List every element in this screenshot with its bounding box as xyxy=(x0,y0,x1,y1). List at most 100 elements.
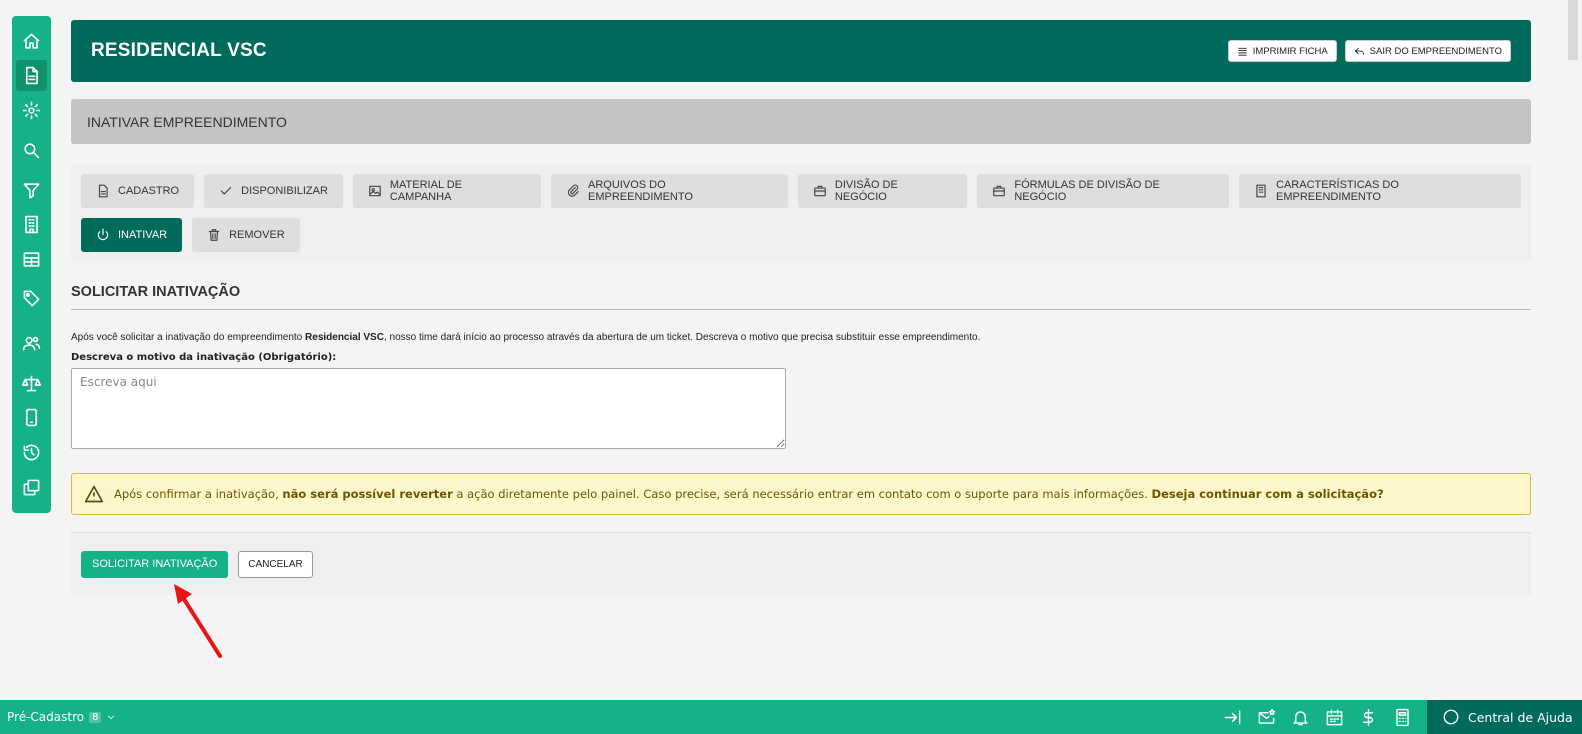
sidebar-item-history[interactable] xyxy=(16,437,47,468)
tab-disponibilizar[interactable]: DISPONIBILIZAR xyxy=(204,174,343,208)
tab-remover[interactable]: REMOVER xyxy=(192,218,300,252)
trash-icon xyxy=(208,229,220,241)
login-button[interactable] xyxy=(1222,707,1242,727)
tab-divisao-negocio[interactable]: DIVISÃO DE NEGÓCIO xyxy=(797,174,968,208)
calculator-button[interactable] xyxy=(1392,707,1412,727)
bottom-bar-icons xyxy=(1222,700,1412,734)
mail-star-button[interactable] xyxy=(1256,707,1276,727)
bottom-bar: Pré-Cadastro 8 Central de Ajuda xyxy=(0,700,1582,734)
tab-label: REMOVER xyxy=(229,229,285,241)
description-text-end: , nosso time dará início ao processo atr… xyxy=(383,332,981,343)
search-icon xyxy=(24,143,40,159)
tab-cadastro[interactable]: CADASTRO xyxy=(81,174,195,208)
sidebar-item-table[interactable] xyxy=(16,244,47,275)
copy-icon xyxy=(23,479,40,496)
warning-text-1: Após confirmar a inativação, xyxy=(114,487,283,501)
module-selector[interactable]: Pré-Cadastro 8 xyxy=(0,710,116,724)
scrollbar[interactable] xyxy=(1568,0,1578,60)
briefcase-icon xyxy=(993,185,1006,197)
warning-alert: Após confirmar a inativação, não será po… xyxy=(71,473,1531,515)
bell-icon xyxy=(1292,710,1308,725)
warning-text: Após confirmar a inativação, não será po… xyxy=(114,487,1384,501)
description-project-name: Residencial VSC xyxy=(305,332,384,343)
form-actions: SOLICITAR INATIVAÇÃO CANCELAR xyxy=(71,532,1531,595)
tabs-row-2: INATIVAR REMOVER xyxy=(81,218,1521,252)
filter-icon xyxy=(23,183,40,199)
warning-bold-2: Deseja continuar com a solicitação? xyxy=(1151,487,1384,501)
sidebar-item-tag[interactable] xyxy=(16,283,47,314)
form-subtitle: SOLICITAR INATIVAÇÃO xyxy=(71,284,1531,310)
help-center-button[interactable]: Central de Ajuda xyxy=(1427,700,1582,734)
tabs-panel: CADASTRO DISPONIBILIZAR MATERIAL DE CAMP… xyxy=(71,164,1531,261)
notifications-button[interactable] xyxy=(1290,707,1310,727)
main-content: RESIDENCIAL VSC IMPRIMIR FICHA SAIR DO E… xyxy=(71,20,1531,595)
tab-material-campanha[interactable]: MATERIAL DE CAMPANHA xyxy=(352,174,542,208)
sidebar-item-search[interactable] xyxy=(16,135,47,166)
sidebar-item-building[interactable] xyxy=(16,209,47,240)
sidebar-item-scale[interactable] xyxy=(16,368,47,399)
sidebar-item-home[interactable] xyxy=(16,26,47,57)
annotation-arrow xyxy=(174,584,222,658)
tab-label: INATIVAR xyxy=(118,229,168,241)
scale-icon xyxy=(22,375,41,392)
page-header: RESIDENCIAL VSC IMPRIMIR FICHA SAIR DO E… xyxy=(71,20,1531,82)
tabs-row-1: CADASTRO DISPONIBILIZAR MATERIAL DE CAMP… xyxy=(81,174,1521,208)
print-button-label: IMPRIMIR FICHA xyxy=(1252,45,1328,57)
tab-label: CADASTRO xyxy=(118,185,180,197)
tab-label: CARACTERÍSTICAS DO EMPREENDIMENTO xyxy=(1276,179,1399,203)
mail-star-icon xyxy=(1258,708,1275,724)
tab-caracteristicas[interactable]: CARACTERÍSTICAS DO EMPREENDIMENTO xyxy=(1239,174,1521,208)
chevron-down-icon xyxy=(108,715,115,720)
module-badge: 8 xyxy=(89,711,102,723)
sidebar xyxy=(12,16,51,513)
finance-button[interactable] xyxy=(1358,707,1378,727)
section-title: INATIVAR EMPREENDIMENTO xyxy=(71,99,1531,144)
tab-arquivos[interactable]: ARQUIVOS DO EMPREENDIMENTO xyxy=(551,174,788,208)
calendar-icon xyxy=(1326,709,1342,725)
sidebar-item-mobile[interactable] xyxy=(16,402,47,433)
sidebar-item-document[interactable] xyxy=(16,60,47,91)
exit-button-label: SAIR DO EMPREENDIMENTO xyxy=(1369,45,1502,57)
tab-label: ARQUIVOS DO EMPREENDIMENTO xyxy=(588,179,693,203)
chat-icon xyxy=(1443,709,1459,725)
sidebar-item-copy[interactable] xyxy=(16,472,47,503)
tab-label: DIVISÃO DE NEGÓCIO xyxy=(834,179,898,203)
help-center-label: Central de Ajuda xyxy=(1468,709,1573,725)
reason-textarea[interactable] xyxy=(71,368,786,449)
login-icon xyxy=(1224,709,1240,725)
tab-label: MATERIAL DE CAMPANHA xyxy=(389,179,462,203)
header-actions: IMPRIMIR FICHA SAIR DO EMPREENDIMENTO xyxy=(1227,40,1511,62)
request-inactivation-button[interactable]: SOLICITAR INATIVAÇÃO xyxy=(81,550,229,578)
image-icon xyxy=(369,185,381,197)
description-text: Após você solicitar a inativação do empr… xyxy=(71,332,306,343)
print-button[interactable]: IMPRIMIR FICHA xyxy=(1227,40,1337,62)
tab-formulas-divisao[interactable]: FÓRMULAS DE DIVISÃO DE NEGÓCIO xyxy=(977,174,1230,208)
form-description: Após você solicitar a inativação do empr… xyxy=(71,332,1531,343)
tab-inativar[interactable]: INATIVAR xyxy=(81,218,183,252)
sidebar-item-settings[interactable] xyxy=(16,95,47,126)
mobile-icon xyxy=(25,408,38,427)
tab-label: DISPONIBILIZAR xyxy=(241,185,328,197)
sidebar-item-filter[interactable] xyxy=(16,175,47,206)
table-icon xyxy=(23,252,40,267)
building-icon xyxy=(1256,184,1266,198)
calendar-button[interactable] xyxy=(1324,707,1344,727)
document-icon xyxy=(98,184,108,198)
page-title: RESIDENCIAL VSC xyxy=(91,40,267,61)
users-icon xyxy=(22,336,41,351)
document-icon xyxy=(25,66,38,85)
cancel-button[interactable]: CANCELAR xyxy=(238,550,313,578)
list-icon xyxy=(1238,47,1247,56)
power-icon xyxy=(97,228,109,241)
warning-text-2: a ação diretamente pelo painel. Caso pre… xyxy=(452,487,1152,501)
home-icon xyxy=(23,33,40,49)
reason-field-label: Descreva o motivo da inativação (Obrigat… xyxy=(71,352,337,363)
tag-icon xyxy=(23,290,40,307)
reply-icon xyxy=(1354,47,1364,55)
exit-button[interactable]: SAIR DO EMPREENDIMENTO xyxy=(1344,40,1511,62)
dollar-icon xyxy=(1362,708,1373,726)
warning-icon xyxy=(84,485,104,503)
sidebar-item-users[interactable] xyxy=(16,328,47,359)
module-label: Pré-Cadastro xyxy=(7,710,85,724)
warning-bold-1: não será possível reverter xyxy=(282,487,453,501)
